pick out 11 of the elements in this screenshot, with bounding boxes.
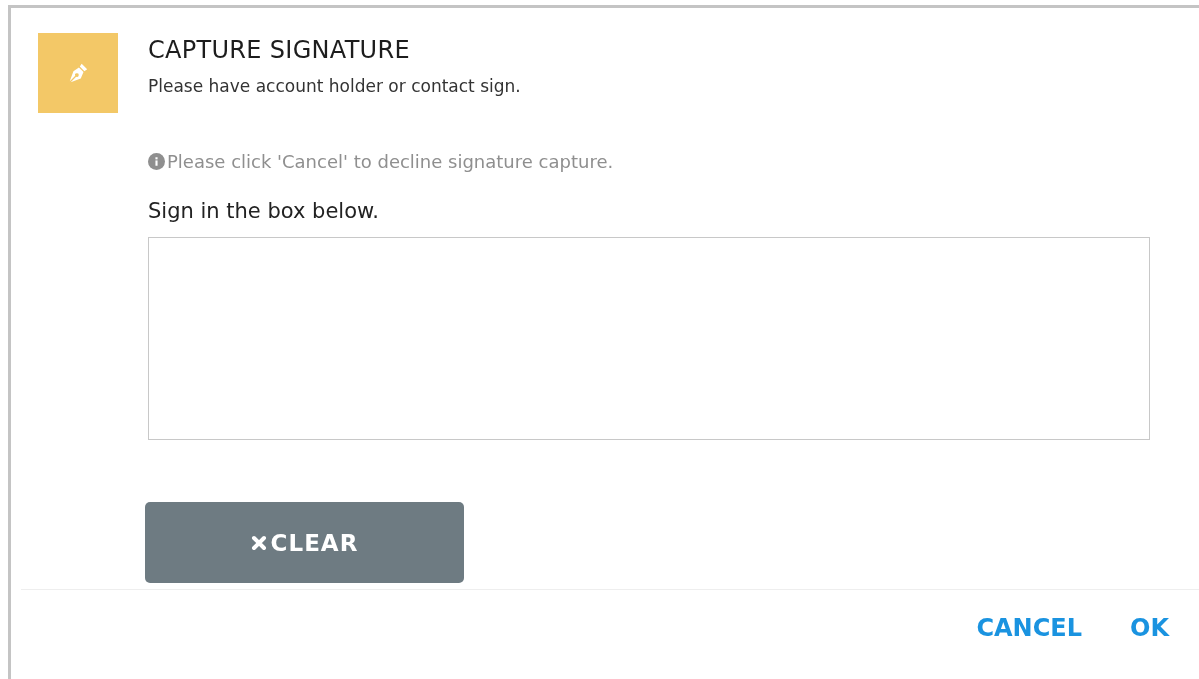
field-label: Sign in the box below.	[148, 199, 380, 223]
clear-button[interactable]: CLEAR	[145, 502, 464, 583]
notice-text: Please click 'Cancel' to decline signature capture.	[167, 151, 614, 172]
info-icon	[148, 153, 165, 170]
signature-pad[interactable]	[148, 237, 1150, 440]
pen-nib-icon	[67, 62, 89, 84]
close-icon	[250, 534, 267, 551]
dialog-subtitle: Please have account holder or contact sign.	[148, 76, 521, 96]
cancel-button[interactable]: CANCEL	[976, 614, 1082, 642]
dialog-title: CAPTURE SIGNATURE	[148, 36, 411, 64]
ok-button[interactable]: OK	[1130, 614, 1169, 642]
